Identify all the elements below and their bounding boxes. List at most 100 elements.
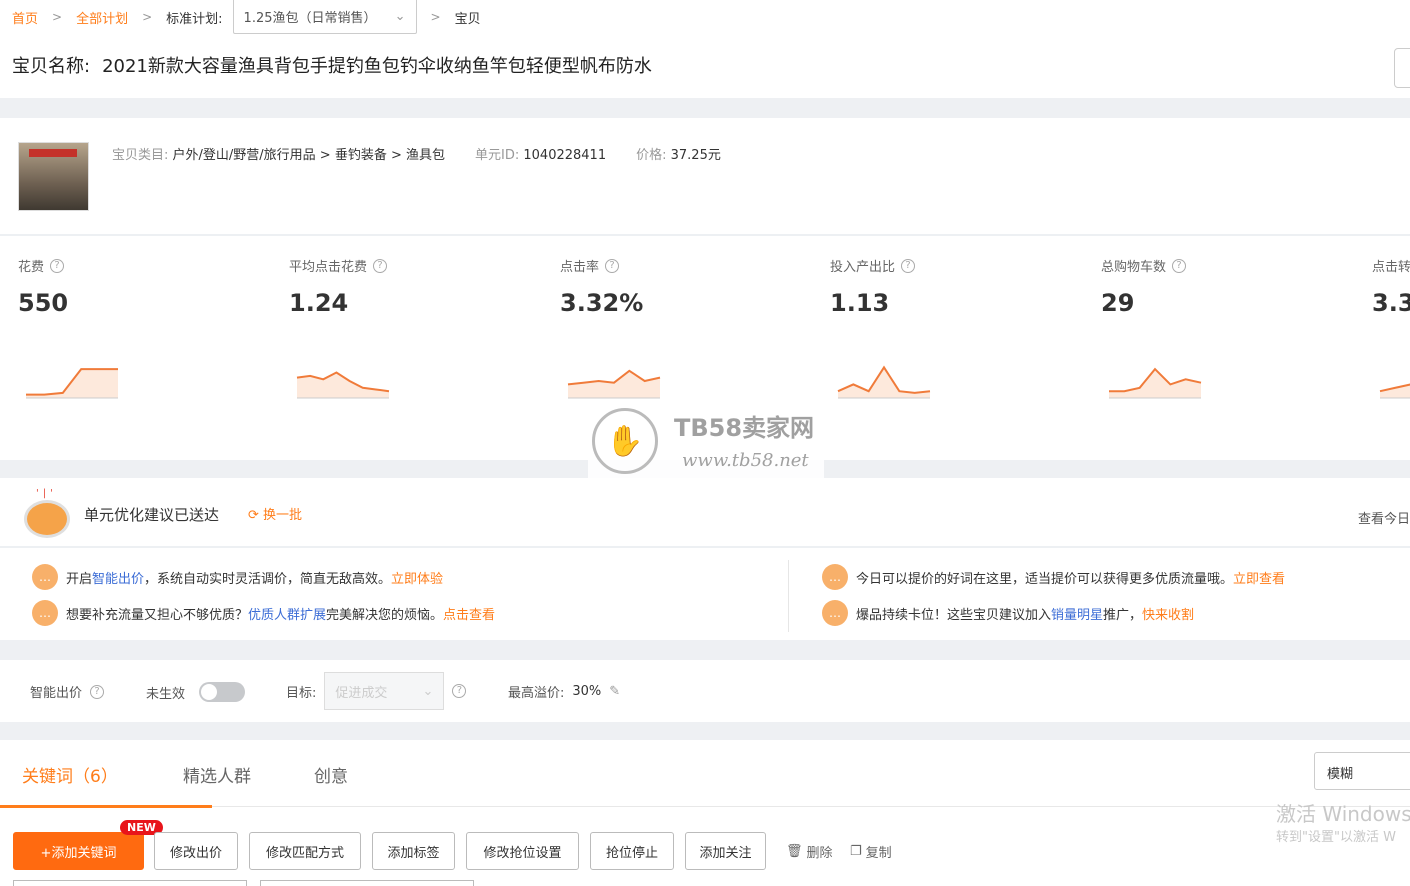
- metric-sparkline: [1379, 383, 1410, 399]
- divider: [0, 234, 1410, 236]
- help-icon[interactable]: ?: [901, 258, 916, 273]
- metric-label: 点击转: [1372, 260, 1410, 275]
- tip-text: 完美解决您的烦恼。: [326, 607, 444, 623]
- tip-action-link[interactable]: 立即查看: [1233, 572, 1285, 587]
- help-icon[interactable]: ?: [90, 684, 105, 699]
- modify-bid-button[interactable]: 修改出价: [154, 832, 238, 870]
- breadcrumb-plan-label: 标准计划:: [166, 11, 223, 27]
- breadcrumb-home[interactable]: 首页: [12, 8, 38, 27]
- metric-card[interactable]: 花费? 550: [18, 256, 278, 399]
- metric-sparkline: [837, 365, 931, 399]
- plan-select[interactable]: 1.25渔包（日常销售） ⌄: [232, 0, 417, 34]
- section-gap: [0, 722, 1410, 740]
- tip-text: 推广，: [1103, 607, 1143, 623]
- refresh-button[interactable]: ⟳ 换一批: [248, 504, 302, 523]
- metric-card[interactable]: 投入产出比? 1.13: [830, 256, 1090, 399]
- tip-link[interactable]: 销量明星: [1051, 608, 1103, 623]
- metric-label-row: 点击率?: [560, 256, 820, 275]
- tab-creative[interactable]: 创意: [314, 762, 348, 787]
- add-keyword-button[interactable]: +添加关键词: [13, 832, 144, 870]
- product-thumbnail[interactable]: [18, 142, 89, 211]
- sparkline-area: [1109, 369, 1201, 398]
- copy-label: 复制: [865, 846, 892, 861]
- help-icon[interactable]: ?: [373, 258, 388, 273]
- tip-action-link[interactable]: 点击查看: [443, 608, 495, 623]
- tip-link[interactable]: 优质人群扩展: [248, 608, 326, 623]
- tip-action-link[interactable]: 立即体验: [391, 572, 443, 587]
- watermark-title: TB58卖家网: [674, 414, 815, 442]
- smart-bid-status: 未生效: [146, 682, 246, 702]
- metric-value: 3.32%: [560, 289, 644, 317]
- chevron-right-icon: >: [52, 10, 63, 24]
- metric-label: 平均点击花费: [289, 260, 368, 275]
- pencil-icon[interactable]: ✎: [609, 684, 620, 699]
- tip-action-link[interactable]: 快来收割: [1142, 608, 1194, 623]
- delete-button[interactable]: 🗑 删除: [786, 842, 833, 861]
- filter-select[interactable]: [260, 880, 474, 886]
- tip-text: 开启: [66, 571, 93, 587]
- filter-input[interactable]: [13, 880, 247, 886]
- modify-rank-button[interactable]: 修改抢位设置: [466, 832, 579, 870]
- chevron-down-icon: ⌄: [422, 683, 434, 699]
- goal-value: 促进成交: [335, 685, 388, 701]
- goal-select[interactable]: 促进成交 ⌄: [324, 672, 445, 710]
- price-value: 37.25元: [670, 148, 721, 163]
- goal-label: 目标:: [286, 685, 317, 701]
- metric-card[interactable]: 点击转? 3.3: [1372, 256, 1410, 399]
- metric-label-row: 总购物车数?: [1101, 256, 1361, 275]
- metric-card[interactable]: 总购物车数? 29: [1101, 256, 1361, 399]
- max-premium-group: 最高溢价: 30% ✎: [508, 682, 620, 701]
- item-name-label: 宝贝名称:: [12, 56, 91, 77]
- trash-icon: 🗑: [786, 844, 803, 859]
- breadcrumb-all-plans[interactable]: 全部计划: [76, 8, 128, 27]
- stop-rank-button[interactable]: 抢位停止: [590, 832, 674, 870]
- hand-logo-icon: ✋: [592, 408, 658, 474]
- see-today-link[interactable]: 查看今日: [1358, 508, 1410, 527]
- tip-text: 今日可以提价的好词在这里，适当提价可以获得更多优质流量哦。: [856, 571, 1234, 587]
- tip-link[interactable]: 智能出价: [92, 572, 144, 587]
- help-icon[interactable]: ?: [605, 258, 620, 273]
- help-icon[interactable]: ?: [50, 258, 65, 273]
- suggestion-tip: … 开启智能出价，系统自动实时灵活调价，简直无敌高效。立即体验: [32, 564, 443, 590]
- metric-label: 点击率: [560, 260, 600, 275]
- smart-bid-toggle[interactable]: [199, 682, 246, 702]
- metric-sparkline: [1109, 367, 1202, 399]
- metric-value: 29: [1101, 289, 1135, 317]
- metric-label-row: 花费?: [18, 256, 278, 275]
- section-gap: [0, 640, 1410, 660]
- unit-id-label: 单元ID:: [475, 148, 520, 163]
- metric-label: 投入产出比: [830, 260, 896, 275]
- copy-button[interactable]: ❐ 复制: [850, 842, 892, 861]
- modify-match-button[interactable]: 修改匹配方式: [249, 832, 361, 870]
- match-mode-select[interactable]: 模糊: [1314, 752, 1410, 790]
- tip-text: 爆品持续卡位！这些宝贝建议加入: [856, 607, 1052, 623]
- category-label: 宝贝类目:: [112, 148, 169, 163]
- suggestion-tip: … 爆品持续卡位！这些宝贝建议加入销量明星推广，快来收割: [822, 600, 1194, 626]
- sparkline-area: [568, 370, 660, 398]
- active-tab-indicator: [0, 805, 212, 808]
- item-title-row: 宝贝名称: 2021新款大容量渔具背包手提钓鱼包钓伞收纳鱼竿包轻便型帆布防水: [12, 52, 652, 78]
- breadcrumb-current: 宝贝: [454, 11, 481, 27]
- max-premium-label: 最高溢价:: [508, 686, 565, 701]
- help-icon[interactable]: ?: [452, 684, 467, 698]
- metric-card[interactable]: 点击率? 3.32%: [560, 256, 820, 399]
- chevron-right-icon: >: [430, 10, 441, 24]
- chevron-right-icon: >: [142, 10, 153, 24]
- site-watermark: ✋ TB58卖家网 www.tb58.net: [588, 404, 824, 478]
- tab-keywords[interactable]: 关键词（6）: [22, 762, 118, 787]
- metric-label-row: 平均点击花费?: [289, 256, 549, 275]
- tip-text: ，系统自动实时灵活调价，简直无敌高效。: [144, 571, 392, 587]
- metric-label-row: 点击转?: [1372, 256, 1410, 275]
- tab-audience[interactable]: 精选人群: [183, 762, 251, 787]
- metric-card[interactable]: 平均点击花费? 1.24: [289, 256, 549, 399]
- edit-button[interactable]: [1394, 48, 1410, 88]
- breadcrumb: 首页 > 全部计划 > 标准计划: 1.25渔包（日常销售） ⌄ > 宝贝: [0, 0, 1410, 34]
- metric-value: 550: [18, 289, 69, 317]
- add-tag-button[interactable]: 添加标签: [372, 832, 455, 870]
- help-icon[interactable]: ?: [1172, 258, 1187, 273]
- product-info: 宝贝类目: 户外/登山/野营/旅行用品 > 垂钓装备 > 渔具包 单元ID: 1…: [112, 144, 721, 163]
- chat-bubble-icon: …: [32, 564, 58, 590]
- smart-bid-label: 智能出价: [30, 686, 83, 701]
- add-follow-button[interactable]: 添加关注: [685, 832, 766, 870]
- suggestion-tip: … 今日可以提价的好词在这里，适当提价可以获得更多优质流量哦。立即查看: [822, 564, 1285, 590]
